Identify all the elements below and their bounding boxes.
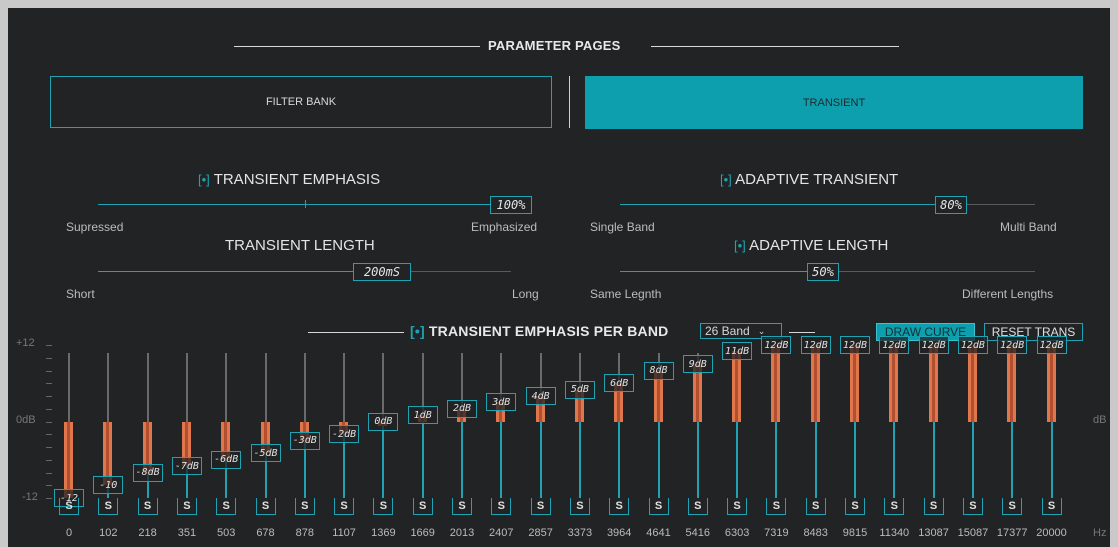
band-column[interactable]: 11dB S 6303 [718,8,756,547]
band-column[interactable]: -7dB S 351 [168,8,206,547]
band-column[interactable]: 2dB S 2013 [443,8,481,547]
band-bar-core [813,345,817,422]
band-solo-button[interactable]: S [1002,498,1023,515]
band-column[interactable]: 6dB S 3964 [600,8,638,547]
band-bar-core [970,345,974,422]
band-fill [421,415,424,498]
plugin-window: PARAMETER PAGES FILTER BANK TRANSIENT [•… [8,8,1110,547]
band-solo-button[interactable]: S [412,498,433,515]
band-value[interactable]: -6dB [211,450,242,469]
band-solo-button[interactable]: S [216,498,237,515]
band-column[interactable]: 3dB S 2407 [482,8,520,547]
band-fill [382,421,385,498]
band-solo-button[interactable]: S [294,498,315,515]
band-value[interactable]: 6dB [604,374,635,393]
band-bar-core [931,345,935,422]
band-value[interactable]: 2dB [447,399,477,418]
band-value[interactable]: 5dB [564,380,595,399]
band-fill [461,408,463,498]
band-solo-button[interactable]: S [373,498,394,515]
band-column[interactable]: 12dB S 17377 [993,8,1031,547]
band-value[interactable]: 11dB [722,342,753,361]
band-column[interactable]: 12dB S 13087 [915,8,953,547]
band-column[interactable]: 12dB S 7319 [757,8,795,547]
band-solo-button[interactable]: S [923,498,944,515]
band-value[interactable]: -10 [93,476,124,495]
y-axis-unit-label: dB [1093,414,1107,426]
band-solo-button[interactable]: S [569,498,590,515]
band-frequency: 20000 [1036,527,1067,539]
y-axis-bottom-label: -12 [22,491,38,503]
y-axis-top-label: +12 [16,337,35,349]
hz-unit-label: Hz [1093,527,1107,539]
band-bar-core [892,345,896,422]
band-value[interactable]: 12dB [761,336,792,354]
band-bar-core [853,345,856,422]
band-value[interactable]: 12dB [840,336,870,354]
band-column[interactable]: -8dB S 218 [129,8,167,547]
band-solo-button[interactable]: S [530,498,551,515]
band-column[interactable]: 5dB S 3373 [561,8,599,547]
band-bar-core [67,421,70,498]
band-solo-button[interactable]: S [962,498,983,515]
band-bar-core [735,351,739,422]
band-column[interactable]: -2dB S 1107 [325,8,363,547]
band-value[interactable]: 12dB [879,336,910,354]
band-value[interactable]: -5dB [250,444,281,463]
band-value[interactable]: 3dB [486,393,517,412]
band-solo-button[interactable]: S [609,498,630,515]
band-column[interactable]: 8dB S 4641 [640,8,678,547]
band-solo-button[interactable]: S [884,498,905,515]
band-column[interactable]: -5dB S 678 [247,8,285,547]
band-value[interactable]: 1dB [407,406,438,425]
band-track [382,353,385,422]
band-value[interactable]: 12dB [800,336,831,354]
band-value[interactable]: 0dB [368,412,399,431]
band-value[interactable]: 12dB [1036,336,1067,354]
band-column[interactable]: -3dB S 878 [286,8,324,547]
band-solo-button[interactable]: S [648,498,669,515]
band-column[interactable]: 0dB S 1369 [364,8,402,547]
band-column[interactable]: -10 S 102 [89,8,127,547]
band-value[interactable]: -7dB [171,457,202,476]
band-value[interactable]: 12dB [957,336,988,354]
band-solo-button[interactable]: S [98,498,119,515]
band-fill [343,434,346,498]
band-solo-button[interactable]: S [176,498,197,515]
band-solo-button[interactable]: S [845,498,865,515]
band-solo-button[interactable]: S [255,498,276,515]
band-column[interactable]: 9dB S 5416 [679,8,717,547]
band-value[interactable]: -3dB [289,431,320,450]
band-value[interactable]: -2dB [329,425,360,444]
band-bar-core [1010,345,1014,422]
band-solo-button[interactable]: S [805,498,826,515]
band-bar-core [774,345,778,422]
band-column[interactable]: -6dB S 503 [207,8,245,547]
band-column[interactable]: 4dB S 2857 [522,8,560,547]
band-column[interactable]: 12dB S 9815 [836,8,874,547]
y-axis-mid-label: 0dB [16,414,36,426]
band-column[interactable]: -12 S 0 [50,8,88,547]
band-value[interactable]: 8dB [643,361,674,380]
band-value[interactable]: -8dB [132,463,163,482]
band-column[interactable]: 12dB S 8483 [797,8,835,547]
band-solo-button[interactable]: S [687,498,708,515]
band-solo-button[interactable]: S [727,498,748,515]
band-solo-button[interactable]: S [334,498,355,515]
band-solo-button[interactable]: S [766,498,787,515]
band-value[interactable]: 9dB [682,355,713,374]
band-solo-button[interactable]: S [1041,498,1062,515]
band-column[interactable]: 12dB S 11340 [875,8,913,547]
band-solo-button[interactable]: S [452,498,472,515]
band-column[interactable]: 12dB S 20000 [1033,8,1071,547]
band-bar-core [1049,345,1053,422]
band-value[interactable]: 12dB [918,336,949,354]
band-solo-button[interactable]: S [491,498,512,515]
band-solo-button[interactable]: S [59,498,79,515]
band-value[interactable]: 12dB [997,336,1028,354]
band-value[interactable]: 4dB [525,387,556,405]
band-column[interactable]: 12dB S 15087 [954,8,992,547]
band-column[interactable]: 1dB S 1669 [404,8,442,547]
band-solo-button[interactable]: S [137,498,158,515]
